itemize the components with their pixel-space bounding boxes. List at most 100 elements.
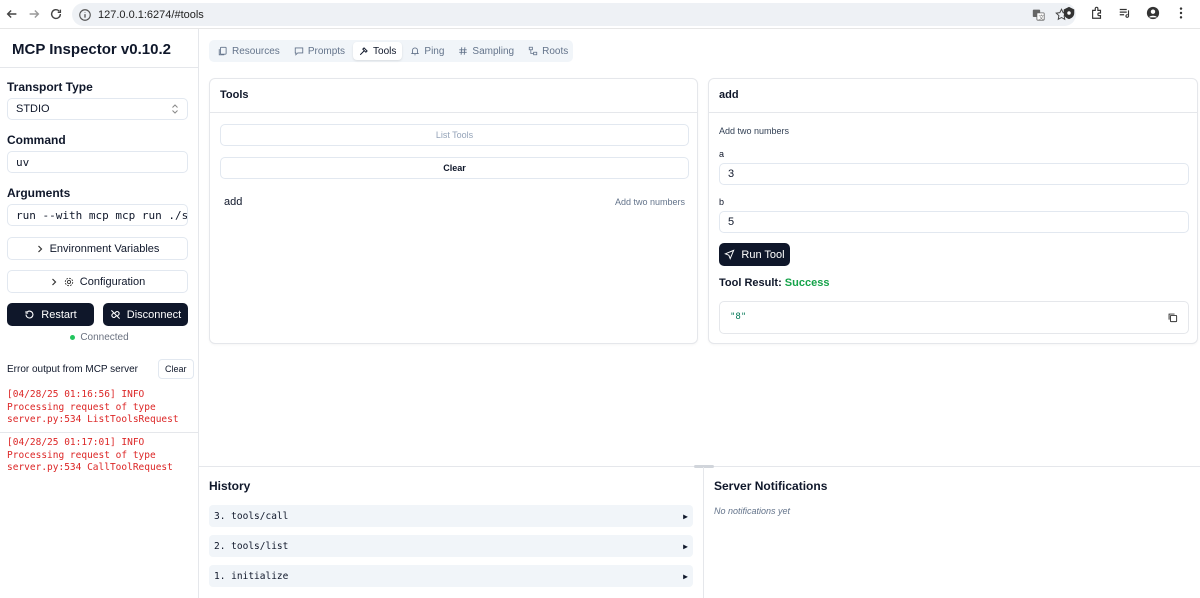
chevron-right-icon: [51, 278, 57, 285]
log-entry: [04/28/25 01:17:01] INFO Processing requ…: [7, 437, 173, 473]
tree-icon: [528, 46, 538, 56]
arguments-input[interactable]: run --with mcp mcp run ./server: [7, 204, 188, 226]
tab-label: Resources: [232, 45, 280, 57]
tools-panel-title: Tools: [210, 79, 697, 113]
tab-label: Ping: [424, 45, 445, 57]
tool-result-box: "8": [719, 301, 1189, 334]
tool-result-heading: Tool Result: Success: [719, 277, 829, 289]
history-item[interactable]: 2. tools/list ▶: [209, 535, 693, 557]
run-tool-button[interactable]: Run Tool: [719, 243, 790, 266]
tab-label: Sampling: [472, 45, 515, 57]
address-bar[interactable]: 127.0.0.1:6274/#tools 文: [72, 3, 1076, 26]
run-tool-label: Run Tool: [741, 248, 785, 261]
reload-button[interactable]: [44, 2, 68, 26]
tab-label: Roots: [542, 45, 569, 57]
media-controls-icon[interactable]: [1118, 6, 1132, 20]
play-icon: ▶: [683, 511, 688, 521]
notifications-empty: No notifications yet: [714, 506, 791, 516]
arrow-right-icon: [29, 10, 40, 18]
send-icon: [724, 249, 735, 260]
browser-toolbar: 127.0.0.1:6274/#tools 文: [0, 0, 1200, 29]
param-b-label: b: [719, 197, 725, 207]
sidebar: MCP Inspector v0.10.2 Transport Type STD…: [0, 29, 199, 598]
unplug-icon: [110, 310, 120, 319]
history-title: History: [209, 479, 251, 493]
configuration-button[interactable]: Configuration: [7, 270, 188, 293]
play-icon: ▶: [683, 571, 688, 581]
files-icon: [218, 46, 227, 56]
arrow-left-icon: [6, 10, 17, 18]
tool-detail-description: Add two numbers: [719, 126, 790, 136]
history-item[interactable]: 1. initialize ▶: [209, 565, 693, 587]
tab-resources[interactable]: Resources: [212, 42, 286, 60]
tab-label: Tools: [373, 45, 397, 57]
reload-icon: [50, 8, 62, 20]
disconnect-label: Disconnect: [126, 308, 182, 321]
command-input[interactable]: uv: [7, 151, 188, 173]
tool-detail-panel: add Add two numbers a 3 b 5 Run Tool Too…: [708, 78, 1198, 344]
translate-icon[interactable]: 文: [1032, 8, 1045, 21]
history-item[interactable]: 3. tools/call ▶: [209, 505, 693, 527]
disconnect-button[interactable]: Disconnect: [103, 303, 188, 326]
restart-button[interactable]: Restart: [7, 303, 94, 326]
chevron-updown-icon: [172, 104, 178, 114]
error-output-title: Error output from MCP server: [7, 364, 138, 375]
tab-tools[interactable]: Tools: [353, 42, 403, 60]
history-item-label: 1. initialize: [214, 570, 289, 582]
param-a-input[interactable]: 3: [719, 163, 1189, 185]
param-b-input[interactable]: 5: [719, 211, 1189, 233]
extensions-puzzle-icon[interactable]: [1090, 6, 1104, 20]
message-icon: [294, 47, 303, 56]
tool-name: add: [224, 196, 243, 208]
hammer-icon: [359, 47, 368, 56]
arguments-label: Arguments: [7, 186, 71, 200]
tab-ping[interactable]: Ping: [404, 42, 450, 60]
environment-variables-button[interactable]: Environment Variables: [7, 237, 188, 260]
tab-sampling[interactable]: Sampling: [452, 42, 520, 60]
clear-tools-button[interactable]: Clear: [220, 157, 689, 179]
tool-result-status: Success: [784, 277, 830, 289]
status-dot: [70, 334, 76, 340]
log-entry: [04/28/25 01:16:56] INFO Processing requ…: [7, 389, 179, 425]
configuration-label: Configuration: [79, 275, 146, 288]
site-info-icon[interactable]: [78, 8, 92, 22]
tool-result-label: Tool Result:: [719, 277, 782, 289]
list-tools-button[interactable]: List Tools: [220, 124, 689, 146]
param-a-label: a: [719, 149, 725, 159]
play-icon: ▶: [683, 541, 688, 551]
restart-label: Restart: [41, 308, 77, 321]
tab-label: Prompts: [307, 45, 346, 57]
status-text: Connected: [80, 332, 129, 343]
tool-detail-title: add: [709, 79, 1197, 113]
clear-log-button[interactable]: Clear: [158, 359, 194, 379]
tool-list-item[interactable]: add Add two numbers: [220, 191, 689, 213]
back-button[interactable]: [0, 2, 24, 26]
tab-prompts[interactable]: Prompts: [288, 42, 351, 60]
history-item-label: 2. tools/list: [214, 540, 289, 552]
transport-type-value: STDIO: [16, 103, 50, 115]
tools-panel: Tools List Tools Clear add Add two numbe…: [209, 78, 698, 344]
profile-avatar-icon[interactable]: [1146, 6, 1160, 20]
gear-icon: [64, 277, 73, 286]
browser-menu-icon[interactable]: [1174, 6, 1188, 20]
hash-icon: [459, 47, 468, 55]
tool-result-value: "8": [730, 312, 747, 322]
vertical-divider: [703, 467, 704, 598]
url-text: 127.0.0.1:6274/#tools: [98, 8, 204, 21]
extension-shield-icon[interactable]: [1062, 6, 1076, 20]
notifications-title: Server Notifications: [714, 479, 828, 493]
forward-button[interactable]: [22, 2, 46, 26]
environment-variables-label: Environment Variables: [49, 242, 160, 255]
resize-handle[interactable]: [694, 465, 714, 468]
tool-description: Add two numbers: [614, 197, 685, 207]
bell-icon: [411, 47, 420, 56]
transport-type-label: Transport Type: [7, 80, 93, 94]
app-title: MCP Inspector v0.10.2: [0, 29, 198, 68]
tab-roots[interactable]: Roots: [522, 42, 574, 60]
history-item-label: 3. tools/call: [214, 510, 289, 522]
chevron-right-icon: [37, 245, 42, 252]
rotate-ccw-icon: [25, 310, 34, 319]
connection-status: Connected: [0, 332, 199, 343]
copy-icon[interactable]: [1167, 312, 1178, 323]
transport-type-select[interactable]: STDIO: [7, 98, 188, 120]
